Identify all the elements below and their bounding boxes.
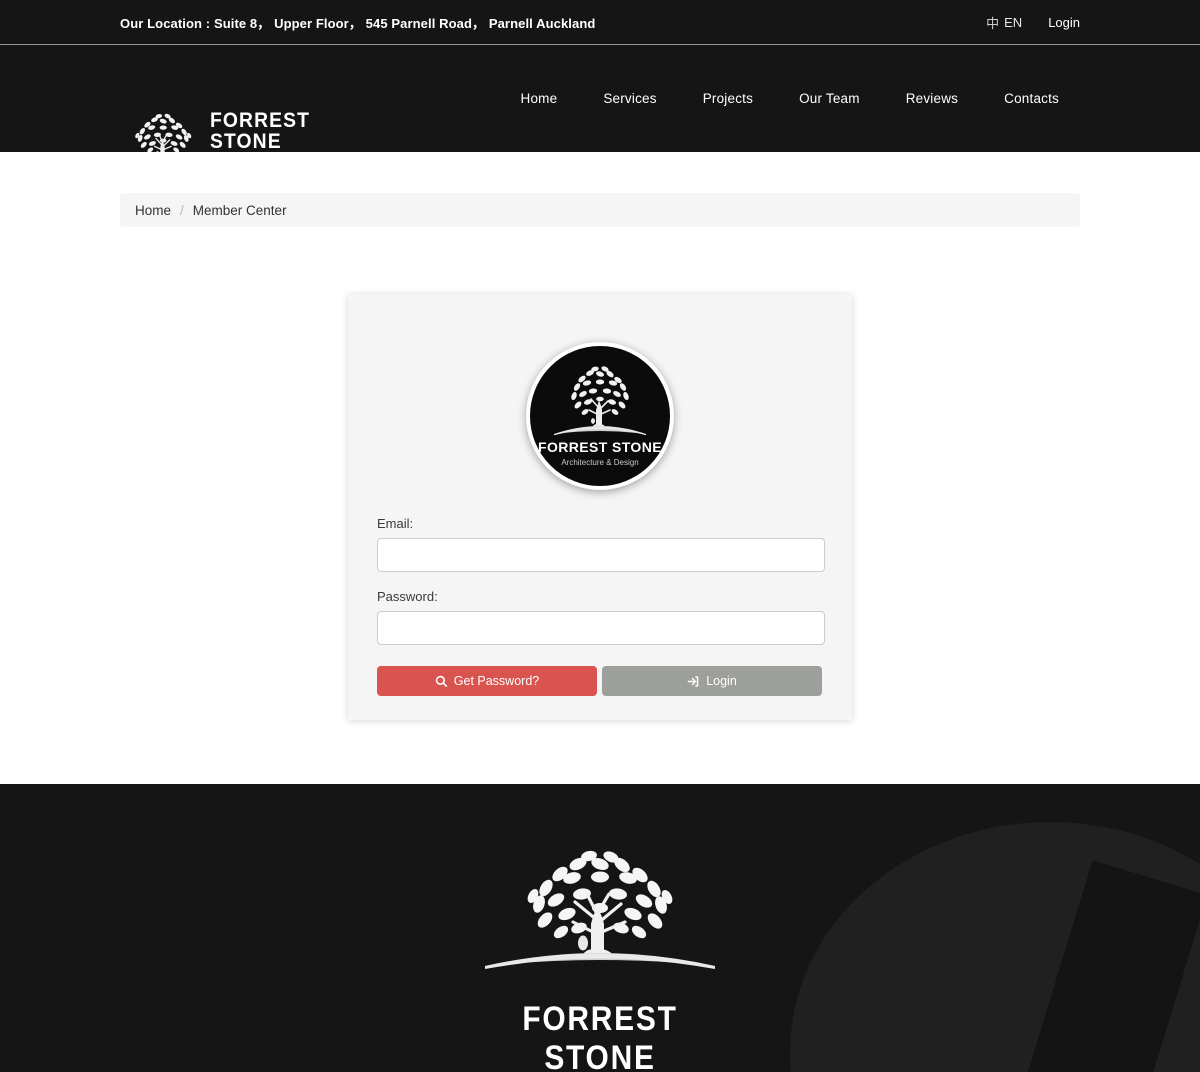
login-button[interactable]: Login: [602, 666, 822, 696]
login-button-row: Get Password? Login: [377, 666, 823, 696]
get-password-button[interactable]: Get Password?: [377, 666, 597, 696]
chinese-language-icon: 中: [986, 15, 1000, 31]
sign-in-icon: [688, 675, 699, 687]
top-bar-login-link[interactable]: Login: [1048, 15, 1080, 30]
language-switcher[interactable]: 中 EN: [986, 13, 1022, 32]
footer-brand-name: FORREST STONE: [522, 1000, 678, 1072]
search-icon: [435, 675, 447, 687]
location-text: Our Location : Suite 8， Upper Floor， 545…: [120, 15, 596, 31]
nav-item-our-team[interactable]: Our Team: [776, 91, 883, 106]
avatar-circle: FORREST STONE Architecture & Design: [526, 342, 674, 490]
email-label: Email:: [377, 516, 414, 531]
tree-logo-icon: FORREST STONE Architecture & Design: [538, 366, 662, 467]
breadcrumb: Home / Member Center: [120, 193, 1080, 227]
footer-brand: FORREST STONE Architecture & Design: [470, 844, 730, 1072]
site-header: FORREST STONE Architecture & Design Home…: [0, 45, 1200, 169]
get-password-button-label: Get Password?: [453, 674, 540, 688]
breadcrumb-home-link[interactable]: Home: [135, 203, 171, 218]
tree-logo-icon: [485, 850, 715, 969]
top-bar: Our Location : Suite 8， Upper Floor， 545…: [0, 0, 1200, 45]
avatar: FORREST STONE Architecture & Design: [526, 342, 674, 490]
footer-decoration-shard: [1016, 860, 1200, 1072]
header-brand-name: FORREST STONE: [210, 109, 311, 153]
nav-item-projects[interactable]: Projects: [680, 91, 776, 106]
site-footer: FORREST STONE Architecture & Design: [0, 784, 1200, 1072]
login-button-label: Login: [706, 674, 737, 688]
nav-item-reviews[interactable]: Reviews: [883, 91, 981, 106]
email-input[interactable]: [377, 538, 825, 572]
top-bar-right: 中 EN Login: [986, 13, 1080, 32]
nav-item-home[interactable]: Home: [498, 91, 581, 106]
login-form: Email: Password: Get Password? Login: [377, 516, 825, 696]
footer-decoration-circle: [790, 822, 1200, 1072]
password-label: Password:: [377, 589, 438, 604]
main-content: Home / Member Center FORREST STONE Archi…: [0, 152, 1200, 784]
avatar-brand-tagline: Architecture & Design: [561, 458, 638, 467]
nav-item-contacts[interactable]: Contacts: [981, 91, 1082, 106]
breadcrumb-current: Member Center: [192, 202, 287, 218]
language-label: EN: [1004, 14, 1023, 30]
breadcrumb-separator: /: [180, 202, 184, 218]
main-navigation: Home Services Projects Our Team Reviews …: [498, 45, 1082, 152]
login-card: FORREST STONE Architecture & Design Emai…: [348, 294, 852, 720]
nav-item-services[interactable]: Services: [580, 91, 679, 106]
avatar-brand-name: FORREST STONE: [538, 439, 662, 455]
password-input[interactable]: [377, 611, 825, 645]
